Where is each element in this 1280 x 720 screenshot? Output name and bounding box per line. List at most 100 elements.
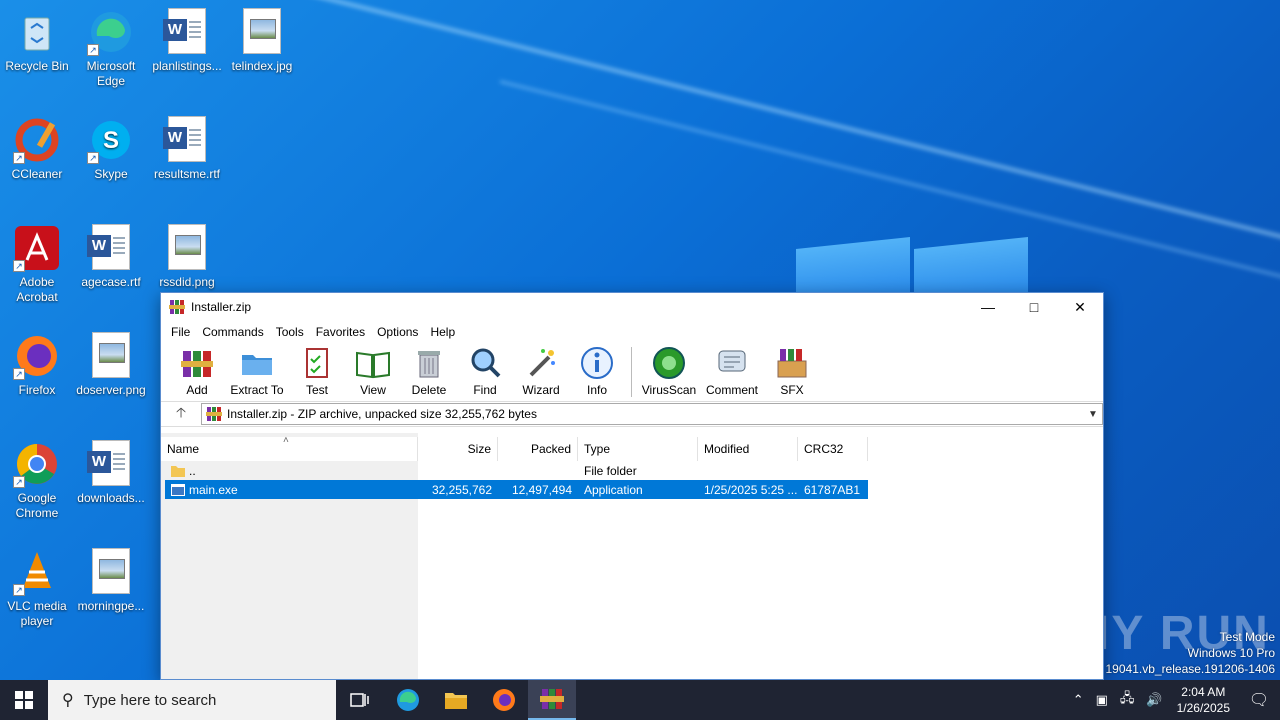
- icon-label: resultsme.rtf: [153, 167, 220, 181]
- extract-to-button[interactable]: Extract To: [225, 345, 289, 397]
- chrome-icon: ↗: [13, 440, 61, 488]
- find-button[interactable]: Find: [457, 345, 513, 397]
- test-button[interactable]: Test: [289, 345, 345, 397]
- taskbar-file-explorer[interactable]: [432, 680, 480, 720]
- edge-icon: ↗: [87, 8, 135, 56]
- icon-label: planlistings...: [152, 59, 222, 73]
- edge-icon: [397, 689, 419, 711]
- close-button[interactable]: ✕: [1057, 293, 1103, 321]
- clock-time: 2:04 AM: [1181, 685, 1226, 699]
- column-header-packed[interactable]: Packed: [498, 437, 578, 461]
- start-button[interactable]: [0, 680, 48, 720]
- desktop-icon-rssdid[interactable]: rssdid.png: [150, 224, 224, 290]
- task-view-icon: [350, 693, 369, 707]
- row-crc: 61787AB1: [804, 482, 861, 497]
- toolbar: Add Extract To Test View Delete Find Wiz…: [161, 343, 1103, 401]
- menu-favorites[interactable]: Favorites: [310, 325, 371, 339]
- desktop-icon-resultsme[interactable]: W resultsme.rtf: [150, 116, 224, 182]
- title-bar[interactable]: Installer.zip — □ ✕: [161, 293, 1103, 321]
- icon-label: Adobe Acrobat: [16, 275, 58, 304]
- icon-label: telindex.jpg: [231, 59, 293, 73]
- volume-icon[interactable]: 🔊: [1146, 692, 1162, 708]
- file-row-main-exe[interactable]: main.exe 32,255,762 12,497,494 Applicati…: [165, 480, 868, 499]
- column-header-name[interactable]: Name ˄: [161, 435, 418, 461]
- desktop-icon-planlistings[interactable]: W planlistings...: [150, 8, 224, 74]
- menu-file[interactable]: File: [165, 325, 196, 339]
- comment-label: Comment: [705, 383, 758, 397]
- find-label: Find: [473, 383, 497, 397]
- taskbar-edge[interactable]: [384, 680, 432, 720]
- info-button[interactable]: Info: [569, 345, 625, 397]
- clock[interactable]: 2:04 AM 1/26/2025: [1177, 684, 1230, 716]
- minimize-button[interactable]: —: [965, 293, 1011, 321]
- trash-icon: [418, 351, 440, 378]
- network-icon[interactable]: 🖧: [1120, 689, 1135, 711]
- column-header-size[interactable]: Size: [418, 437, 498, 461]
- icon-label: VLC media player: [7, 599, 67, 628]
- archive-icon: [206, 407, 222, 421]
- desktop-icon-microsoft-edge[interactable]: ↗ Microsoft Edge: [74, 8, 148, 89]
- wizard-button[interactable]: Wizard: [513, 345, 569, 397]
- search-icon: ⚲: [62, 692, 74, 709]
- svg-text:S: S: [103, 127, 119, 154]
- sort-arrow-icon: ˄: [283, 435, 289, 446]
- add-icon: [181, 351, 213, 377]
- icon-label: CCleaner: [11, 167, 63, 181]
- row-type: Application: [584, 482, 643, 497]
- taskbar-search-box[interactable]: ⚲ Type here to search: [48, 680, 336, 720]
- delete-button[interactable]: Delete: [401, 345, 457, 397]
- menu-options[interactable]: Options: [371, 325, 424, 339]
- desktop-icon-morningpe[interactable]: morningpe...: [74, 548, 148, 614]
- icon-label: agecase.rtf: [81, 275, 141, 289]
- menu-tools[interactable]: Tools: [270, 325, 310, 339]
- up-arrow-icon[interactable]: 🡡: [161, 402, 201, 426]
- desktop-icon-recycle-bin[interactable]: Recycle Bin: [0, 8, 74, 74]
- desktop-icon-ccleaner[interactable]: ↗ CCleaner: [0, 116, 74, 182]
- chevron-up-icon[interactable]: ⌃: [1073, 692, 1084, 708]
- archive-path-box[interactable]: Installer.zip - ZIP archive, unpacked si…: [201, 403, 1103, 425]
- notification-icon[interactable]: 🗨: [1238, 690, 1280, 710]
- sfx-button[interactable]: SFX: [764, 345, 820, 397]
- desktop-icon-firefox[interactable]: ↗ Firefox: [0, 332, 74, 398]
- column-header-crc32[interactable]: CRC32: [798, 437, 868, 461]
- add-button[interactable]: Add: [169, 345, 225, 397]
- menu-help[interactable]: Help: [424, 325, 461, 339]
- acrobat-icon: ↗: [13, 224, 61, 272]
- icon-label: morningpe...: [77, 599, 145, 613]
- view-button[interactable]: View: [345, 345, 401, 397]
- desktop-icon-doserver[interactable]: doserver.png: [74, 332, 148, 398]
- desktop-icon-telindex[interactable]: telindex.jpg: [225, 8, 299, 74]
- firefox-icon: ↗: [13, 332, 61, 380]
- search-placeholder: Type here to search: [83, 691, 217, 709]
- row-modified: 1/25/2025 5:25 ...: [704, 482, 798, 497]
- clock-date: 1/26/2025: [1176, 701, 1230, 715]
- virusscan-button[interactable]: VirusScan: [638, 345, 700, 397]
- column-headers: Name ˄ Size Packed Type Modified CRC32: [161, 435, 868, 461]
- icon-label: downloads...: [77, 491, 145, 505]
- taskbar: ⚲ Type here to search ⌃ ▣ 🖧 🔊 2:04 AM 1/…: [0, 680, 1280, 720]
- column-header-type[interactable]: Type: [578, 437, 698, 461]
- menu-commands[interactable]: Commands: [196, 325, 269, 339]
- taskbar-winrar[interactable]: [528, 680, 576, 720]
- task-view-button[interactable]: [336, 680, 384, 720]
- file-row-parent[interactable]: .. File folder: [165, 461, 868, 480]
- desktop-icon-skype[interactable]: S ↗ Skype: [74, 116, 148, 182]
- taskbar-firefox[interactable]: [480, 680, 528, 720]
- desktop-icon-adobe-acrobat[interactable]: ↗ Adobe Acrobat: [0, 224, 74, 305]
- desktop-icon-vlc[interactable]: ↗ VLC media player: [0, 548, 74, 629]
- desktop-icon-agecase[interactable]: W agecase.rtf: [74, 224, 148, 290]
- desktop-icon-google-chrome[interactable]: ↗ Google Chrome: [0, 440, 74, 521]
- test-mode-text: Test Mode: [1219, 630, 1275, 644]
- vlc-icon: ↗: [13, 548, 61, 596]
- folder-icon: [445, 693, 467, 709]
- add-label: Add: [186, 383, 208, 397]
- column-header-modified[interactable]: Modified: [698, 437, 798, 461]
- comment-button[interactable]: Comment: [700, 345, 764, 397]
- meet-now-icon[interactable]: ▣: [1096, 692, 1108, 708]
- build-text: ild 19041.vb_release.191206-1406: [1090, 662, 1275, 676]
- skype-icon: S ↗: [87, 116, 135, 164]
- maximize-button[interactable]: □: [1011, 293, 1057, 321]
- recycle-bin-icon: [13, 8, 61, 56]
- desktop-icon-downloads[interactable]: W downloads...: [74, 440, 148, 506]
- chevron-down-icon[interactable]: ▼: [1084, 409, 1102, 420]
